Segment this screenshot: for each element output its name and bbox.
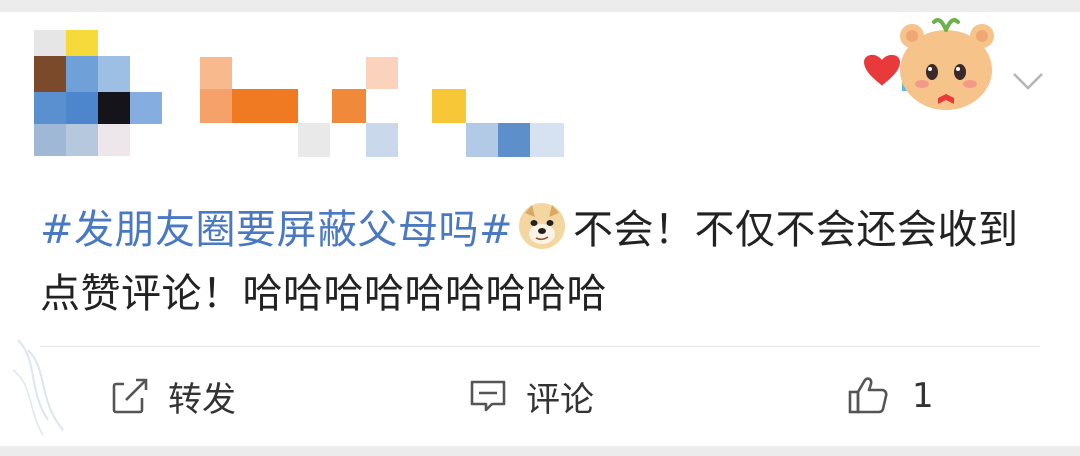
like-count: 1 bbox=[912, 376, 934, 416]
chevron-down-icon bbox=[1013, 73, 1043, 90]
doge-emoji-icon bbox=[519, 203, 566, 249]
hashtag-link[interactable]: #发朋友圈要屏蔽父母吗# bbox=[40, 207, 513, 253]
forward-label: 转发 bbox=[168, 379, 236, 420]
bottom-separator bbox=[0, 446, 1080, 456]
comment-icon bbox=[470, 380, 506, 412]
avatar[interactable] bbox=[34, 30, 164, 165]
divider bbox=[40, 346, 1040, 347]
censored-username[interactable] bbox=[200, 55, 570, 160]
comment-button[interactable]: 评论 bbox=[468, 366, 594, 426]
comment-label: 评论 bbox=[526, 379, 594, 420]
like-button[interactable]: 1 bbox=[846, 366, 934, 426]
post-text: #发朋友圈要屏蔽父母吗# 不会！不仅不会还会收到点赞评论！哈哈哈哈哈哈哈哈哈 bbox=[40, 198, 1040, 326]
thumbs-up-icon bbox=[848, 377, 888, 414]
edit-share-icon bbox=[112, 378, 148, 414]
more-options-button[interactable] bbox=[1008, 66, 1048, 96]
bear-sticker-icon bbox=[864, 18, 994, 110]
forward-button[interactable]: 转发 bbox=[110, 366, 236, 426]
watermark-logo bbox=[12, 339, 64, 436]
